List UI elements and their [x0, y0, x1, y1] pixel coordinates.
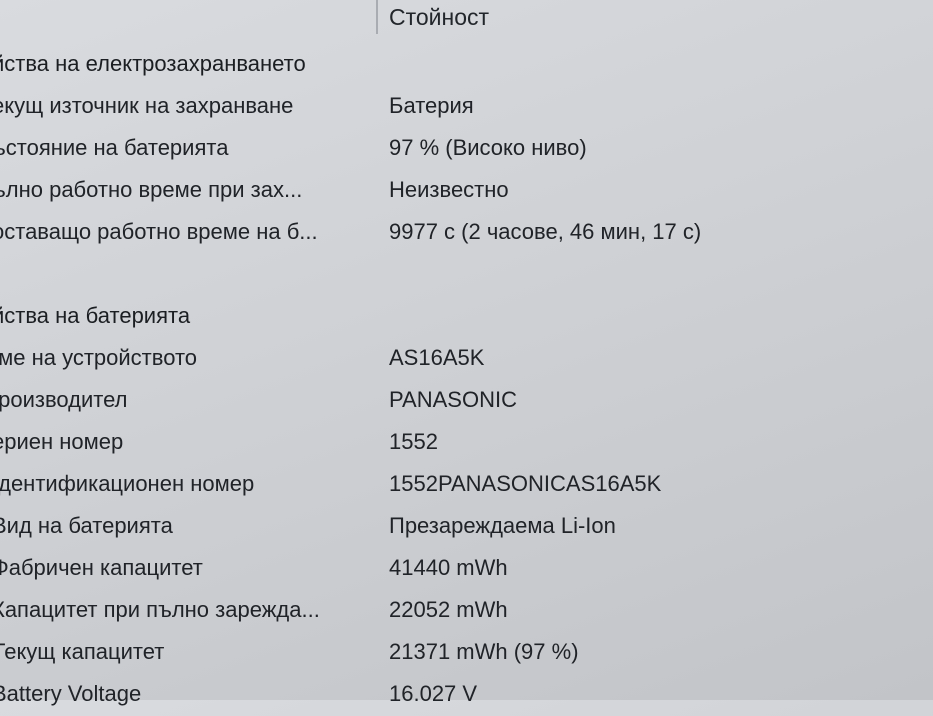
list-item[interactable]: Текущ капацитет 21371 mWh (97 %) — [0, 632, 933, 674]
list-item[interactable]: оставащо работно време на б... 9977 с (2… — [0, 212, 933, 254]
property-value: 97 % (Високо ниво) — [389, 135, 587, 160]
property-label: ериен номер — [0, 429, 124, 454]
property-label: ъстояние на батерията — [0, 135, 229, 160]
property-value: Неизвестно — [389, 177, 509, 202]
property-value: AS16A5K — [389, 345, 485, 370]
property-label: Ідентификационен номер — [0, 471, 255, 496]
list-item[interactable]: Вид на батерията Презареждаема Li-Ion — [0, 506, 933, 548]
property-value: 22052 mWh — [389, 597, 508, 622]
group-title: йства на батерията — [0, 303, 191, 328]
list-item[interactable]: Капацитет при пълно зарежда... 22052 mWh — [0, 590, 933, 632]
property-label: Капацитет при пълно зарежда... — [0, 597, 320, 622]
column-separator[interactable] — [376, 0, 378, 34]
property-value: 16.027 V — [389, 681, 478, 706]
property-label: Battery Voltage — [0, 681, 142, 706]
property-label: екущ източник на захранване — [0, 93, 294, 118]
list-item[interactable]: ериен номер 1552 — [0, 422, 933, 464]
list-item[interactable]: ълно работно време при зах... Неизвестно — [0, 170, 933, 212]
properties-list: йства на електрозахранването екущ източн… — [0, 44, 933, 716]
property-label: Іроизводител — [0, 387, 128, 412]
list-item[interactable]: Іме на устройството AS16A5K — [0, 338, 933, 380]
property-label: Фабричен капацитет — [0, 555, 203, 580]
property-value: 1552PANASONICAS16A5K — [389, 471, 662, 496]
property-label: Текущ капацитет — [0, 639, 165, 664]
list-item[interactable]: Фабричен капацитет 41440 mWh — [0, 548, 933, 590]
property-value: 21371 mWh (97 %) — [389, 639, 579, 664]
property-label: ълно работно време при зах... — [0, 177, 303, 202]
property-value: 41440 mWh — [389, 555, 508, 580]
column-header-value[interactable]: Стойност — [389, 2, 489, 32]
group-title: йства на електрозахранването — [0, 51, 306, 76]
property-value: 9977 с (2 часове, 46 мин, 17 с) — [389, 219, 702, 244]
property-label: Вид на батерията — [0, 513, 173, 538]
group-header-battery[interactable]: йства на батерията — [0, 296, 933, 338]
list-item[interactable]: Іроизводител PANASONIC — [0, 380, 933, 422]
list-item[interactable]: Battery Voltage 16.027 V — [0, 674, 933, 716]
property-value: Презареждаема Li-Ion — [389, 513, 616, 538]
list-item[interactable]: Ідентификационен номер 1552PANASONICAS16… — [0, 464, 933, 506]
property-value: Батерия — [389, 93, 474, 118]
property-label: Іме на устройството — [0, 345, 198, 370]
property-value: 1552 — [389, 429, 438, 454]
property-label: оставащо работно време на б... — [0, 219, 318, 244]
group-header-power[interactable]: йства на електрозахранването — [0, 44, 933, 86]
list-item[interactable]: екущ източник на захранване Батерия — [0, 86, 933, 128]
property-value: PANASONIC — [389, 387, 517, 412]
list-item[interactable]: ъстояние на батерията 97 % (Високо ниво) — [0, 128, 933, 170]
